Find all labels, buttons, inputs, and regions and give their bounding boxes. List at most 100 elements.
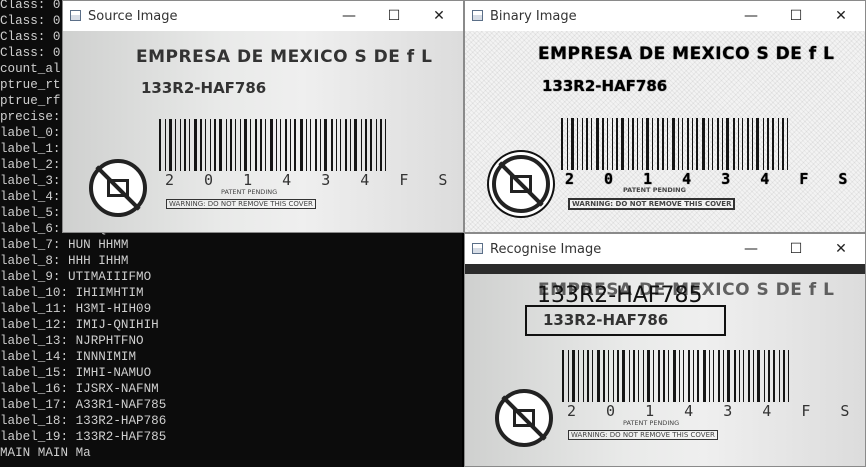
barcode-bar: [240, 119, 241, 171]
barcode-bar: [779, 350, 780, 402]
no-printer-logo: [495, 389, 553, 447]
close-button[interactable]: ✕: [416, 1, 462, 31]
barcode-bar: [726, 118, 729, 170]
barcode-bar: [219, 119, 222, 171]
close-button[interactable]: ✕: [818, 1, 864, 31]
barcode-bar: [713, 350, 714, 402]
barcode-bar: [672, 118, 675, 170]
barcode-bar: [747, 118, 749, 170]
barcode-bar: [320, 119, 321, 171]
console-line: label_9: UTIMAIIIFMO: [0, 270, 152, 284]
recognise-image: EMPRESA DE MEXICO S DE f L 133R2-HAF786 …: [465, 264, 865, 466]
barcode-bar: [692, 118, 693, 170]
barcode-bar: [370, 119, 372, 171]
recognise-image-window[interactable]: Recognise Image — ☐ ✕ EMPRESA DE MEXICO …: [464, 233, 866, 467]
barcode-bar: [294, 119, 296, 171]
barcode: [562, 350, 794, 402]
maximize-button[interactable]: ☐: [773, 234, 819, 264]
maximize-button[interactable]: ☐: [773, 1, 819, 31]
barcode-bar: [571, 118, 574, 170]
console-line: label_12: IMIJ-QNIHIH: [0, 318, 159, 332]
barcode-bar: [582, 118, 583, 170]
console-line: ptrue_rf: [0, 94, 61, 108]
label-company-text: EMPRESA DE MEXICO S DE f L: [538, 44, 835, 64]
barcode-bar: [562, 350, 564, 402]
binary-image-window[interactable]: Binary Image — ☐ ✕ EMPRESA DE MEXICO S D…: [464, 0, 866, 233]
label-code-text: 133R2-HAF786: [141, 79, 267, 97]
barcode-bar: [159, 119, 161, 171]
barcode-bar: [643, 350, 644, 402]
console-line: Class: 0: [0, 30, 61, 44]
barcode-bar: [688, 350, 690, 402]
barcode-bar: [250, 119, 251, 171]
minimize-button[interactable]: —: [728, 1, 774, 31]
console-line: label_0:: [0, 126, 61, 140]
barcode-bar: [678, 118, 679, 170]
console-line: Class: 0: [0, 46, 61, 60]
minimize-button[interactable]: —: [728, 234, 774, 264]
source-image-window[interactable]: Source Image — ☐ ✕ EMPRESA DE MEXICO S D…: [62, 0, 464, 233]
barcode-bar: [772, 118, 774, 170]
console-line: label_8: HHH IHHM: [0, 254, 129, 268]
barcode-bar: [628, 118, 629, 170]
barcode-bar: [265, 119, 266, 171]
barcode-bar: [205, 119, 206, 171]
barcode-bar: [653, 350, 654, 402]
barcode-bar: [621, 118, 624, 170]
barcode-bar: [637, 118, 638, 170]
barcode-bar: [708, 118, 709, 170]
barcode-bar: [629, 350, 630, 402]
barcode-bar: [586, 118, 588, 170]
binary-window-titlebar[interactable]: Binary Image — ☐ ✕: [465, 1, 865, 31]
barcode-bar: [602, 118, 604, 170]
binary-image-canvas: EMPRESA DE MEXICO S DE f L 133R2-HAF786 …: [465, 31, 865, 232]
barcode-bar: [658, 350, 660, 402]
barcode-bar: [709, 350, 710, 402]
warning-text: WARNING: DO NOT REMOVE THIS COVER: [568, 198, 736, 210]
minimize-button[interactable]: —: [326, 1, 372, 31]
barcode-bar: [300, 119, 303, 171]
console-line: Class: 0: [0, 0, 61, 12]
barcode-bar: [315, 119, 317, 171]
barcode-bar: [717, 118, 719, 170]
barcode-bar: [210, 119, 211, 171]
console-line: label_10: IHIIMHTIM: [0, 286, 144, 300]
barcode-bar: [596, 118, 599, 170]
barcode-bar: [727, 350, 730, 402]
barcode-bar: [365, 119, 367, 171]
barcode-bar: [646, 118, 649, 170]
label-code-text: 133R2-HAF786: [542, 77, 668, 95]
barcode-bar: [748, 350, 750, 402]
barcode-bar: [583, 350, 584, 402]
source-window-titlebar[interactable]: Source Image — ☐ ✕: [63, 1, 463, 31]
barcode-bar: [783, 350, 785, 402]
barcode: [561, 118, 793, 170]
barcode-bar: [633, 350, 635, 402]
barcode-bar: [703, 350, 706, 402]
barcode-bar: [718, 350, 720, 402]
maximize-button[interactable]: ☐: [371, 1, 417, 31]
barcode-bar: [682, 118, 683, 170]
barcode-bar: [773, 350, 775, 402]
console-line: label_1:: [0, 142, 61, 156]
barcode-bar: [340, 119, 341, 171]
console-line: label_16: IJSRX-NAFNM: [0, 382, 159, 396]
barcode-bar: [226, 119, 227, 171]
barcode-bar: [310, 119, 311, 171]
barcode-bar: [255, 119, 257, 171]
barcode-bar: [214, 119, 216, 171]
barcode-digits: 2 0 1 4 3 4 F S G S B: [565, 170, 865, 188]
console-line: label_7: HUN HHMM: [0, 238, 129, 252]
barcode-bar: [270, 119, 273, 171]
barcode-bar: [768, 350, 770, 402]
close-button[interactable]: ✕: [818, 234, 864, 264]
image-edge: [465, 264, 865, 274]
barcode-bar: [568, 350, 569, 402]
barcode-bar: [285, 119, 287, 171]
recognise-window-titlebar[interactable]: Recognise Image — ☐ ✕: [465, 234, 865, 264]
barcode-bar: [752, 118, 753, 170]
barcode-bar: [616, 118, 618, 170]
console-line: MAIN MAIN Ma: [0, 446, 91, 460]
barcode-bar: [306, 119, 307, 171]
console-line: count_al: [0, 62, 61, 76]
